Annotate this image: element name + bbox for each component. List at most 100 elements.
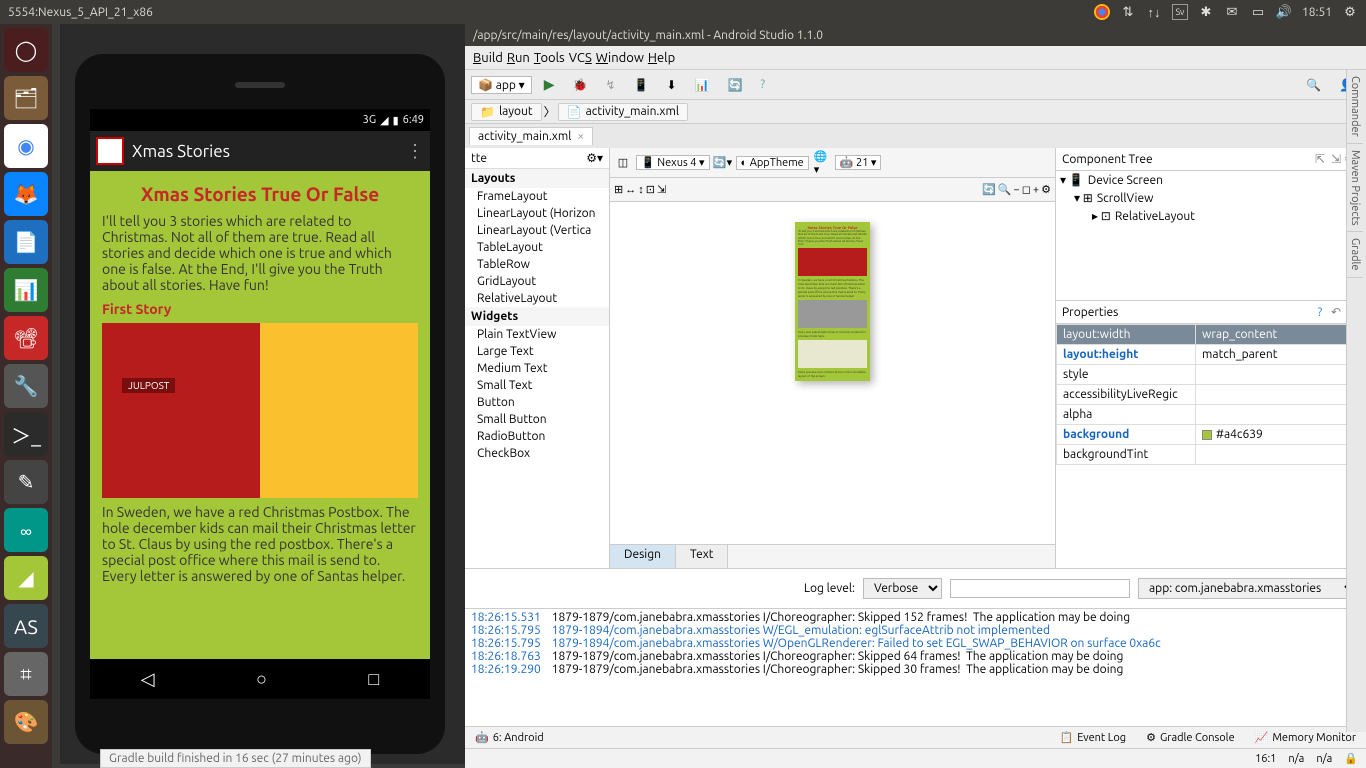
log-line[interactable]: 18:26:15.795 1879-1894/com.janebabra.xma… [471,624,1360,637]
launcher-gimp[interactable]: 🎨 [4,700,48,744]
property-row[interactable]: accessibilityLiveRegic [1057,385,1366,405]
expand-v-icon[interactable]: ↕ [638,184,644,196]
avd-manager-button[interactable]: 📱 [628,77,655,93]
launcher-arduino[interactable]: ∞ [4,508,48,552]
battery-icon[interactable]: ▭ [1250,4,1266,20]
props-help-icon[interactable]: ? [1312,306,1328,319]
tab-event-log[interactable]: 📋 Event Log [1049,731,1136,744]
keyboard-layout[interactable]: Sv [1172,4,1188,20]
zoom-fit-icon[interactable]: 🔍 [998,183,1012,196]
theme-dropdown[interactable]: ◐ AppTheme [736,156,809,170]
property-row[interactable]: alpha [1057,405,1366,425]
palette-item[interactable]: Large Text [465,343,609,360]
palette-item[interactable]: RadioButton [465,428,609,445]
clock[interactable]: 18:51 [1302,6,1332,19]
launcher-settings[interactable]: 🔧 [4,364,48,408]
wrap-icon[interactable]: ⇲ [657,183,666,196]
palette-item[interactable]: Medium Text [465,360,609,377]
tree-expand-icon[interactable]: ⇱ [1312,152,1328,166]
gutter-commander[interactable]: Commander [1347,70,1363,144]
launcher-dash[interactable]: ◯ [4,28,48,72]
expand-h-icon[interactable]: ↔ [625,184,636,196]
tree-collapse-icon[interactable]: ⇲ [1328,152,1344,166]
debug-button[interactable]: 🐞 [566,77,593,93]
palette-item[interactable]: CheckBox [465,445,609,462]
ddms-button[interactable]: 📊 [689,77,716,93]
sync-button[interactable]: 🔄 [721,77,748,93]
log-line[interactable]: 18:26:18.763 1879-1879/com.janebabra.xma… [471,650,1360,663]
log-line[interactable]: 18:26:15.531 1879-1879/com.janebabra.xma… [471,611,1360,624]
overflow-menu-icon[interactable]: ⋮ [406,141,424,162]
tree-relativelayout[interactable]: ▸ ⊡ RelativeLayout [1056,207,1366,225]
bluetooth-icon[interactable]: ✱ [1198,4,1214,20]
properties-table[interactable]: layout:widthwrap_contentlayout:heightmat… [1056,324,1366,568]
palette-item[interactable]: Small Text [465,377,609,394]
tree-device-screen[interactable]: ▾ 📱 Device Screen [1056,171,1366,189]
chrome-tray-icon[interactable] [1094,4,1110,20]
help-button[interactable]: ? [754,77,771,92]
menu-tools[interactable]: Tools [534,51,565,65]
palette-item[interactable]: LinearLayout (Horizon [465,205,609,222]
crumb-layout[interactable]: 📁 layout [471,103,542,121]
launcher-firefox[interactable]: 🦊 [4,172,48,216]
palette-item[interactable]: GridLayout [465,273,609,290]
property-row[interactable]: backgroundTint [1057,445,1366,465]
loglevel-dropdown[interactable]: Verbose [863,578,942,599]
nav-recent-icon[interactable]: □ [368,669,379,690]
center-icon[interactable]: ⊡ [646,183,655,196]
align-icon[interactable]: ⊞ [614,183,623,196]
api-dropdown[interactable]: 🤖 21 ▾ [835,155,882,170]
props-reset-icon[interactable]: ↶ [1328,305,1344,319]
tree-scrollview[interactable]: ▾ ⊞ ScrollView [1056,189,1366,207]
design-view-icon[interactable]: ◫ [614,154,632,172]
tab-activity-main[interactable]: activity_main.xml × [469,127,593,145]
zoom-out-icon[interactable]: − [1014,184,1020,196]
launcher-calculator[interactable]: ⌗ [4,652,48,696]
palette-item[interactable]: FrameLayout [465,188,609,205]
updown-icon[interactable]: ↑↓ [1146,4,1162,20]
status-lock-icon[interactable]: 🔒 [1344,752,1358,765]
palette-item[interactable]: TableLayout [465,239,609,256]
log-line[interactable]: 18:26:15.795 1879-1894/com.janebabra.xma… [471,637,1360,650]
launcher-terminal[interactable]: ＞_ [4,412,48,456]
sdk-manager-button[interactable]: ⬇ [660,77,682,93]
launcher-text[interactable]: ✎ [4,460,48,504]
run-button[interactable]: ▶ [538,75,561,94]
nav-home-icon[interactable]: ○ [256,669,267,690]
gutter-maven[interactable]: Maven Projects [1347,144,1363,233]
orientation-icon[interactable]: 🔄▾ [714,154,732,172]
palette-item[interactable]: Button [465,394,609,411]
session-icon[interactable]: ⚙ [1342,4,1358,20]
device-dropdown[interactable]: 📱 Nexus 4 ▾ [636,155,710,170]
palette-item[interactable]: TableRow [465,256,609,273]
gutter-gradle[interactable]: Gradle [1347,232,1363,278]
network-icon[interactable]: ⇅ [1120,4,1136,20]
log-filter-dropdown[interactable]: app: com.janebabra.xmasstories [1138,578,1358,599]
launcher-files[interactable]: 🗂 [4,76,48,120]
property-row[interactable]: layout:widthwrap_content [1057,325,1366,345]
menu-vcs[interactable]: VCS [569,51,592,65]
launcher-android[interactable]: ◢ [4,556,48,600]
launcher-androidstudio[interactable]: AS [4,604,48,648]
palette-item[interactable]: RelativeLayout [465,290,609,307]
launcher-impress[interactable]: 📽 [4,316,48,360]
log-search-input[interactable] [950,579,1130,598]
zoom-in-icon[interactable]: + [1033,184,1039,196]
tab-text[interactable]: Text [676,545,729,568]
palette-item[interactable]: LinearLayout (Vertica [465,222,609,239]
layout-preview[interactable]: Xmas Stories True Or False I'll tell you… [795,222,870,381]
tab-design[interactable]: Design [610,545,676,568]
settings-icon[interactable]: ⚙ [1041,183,1051,196]
stop-button[interactable]: ↯ [599,77,621,93]
palette-gear-icon[interactable]: ⚙▾ [586,151,603,165]
launcher-writer[interactable]: 📄 [4,220,48,264]
palette-item[interactable]: Small Button [465,411,609,428]
tab-memory-monitor[interactable]: 📈 Memory Monitor [1245,731,1366,744]
crumb-file[interactable]: 📄 activity_main.xml [558,103,688,121]
property-row[interactable]: style [1057,365,1366,385]
app-content[interactable]: Xmas Stories True Or False I'll tell you… [90,171,430,659]
launcher-chrome[interactable]: ◉ [4,124,48,168]
menu-help[interactable]: Help [648,51,675,65]
nav-back-icon[interactable]: ◁ [141,669,155,690]
tab-close-icon[interactable]: × [577,130,584,143]
